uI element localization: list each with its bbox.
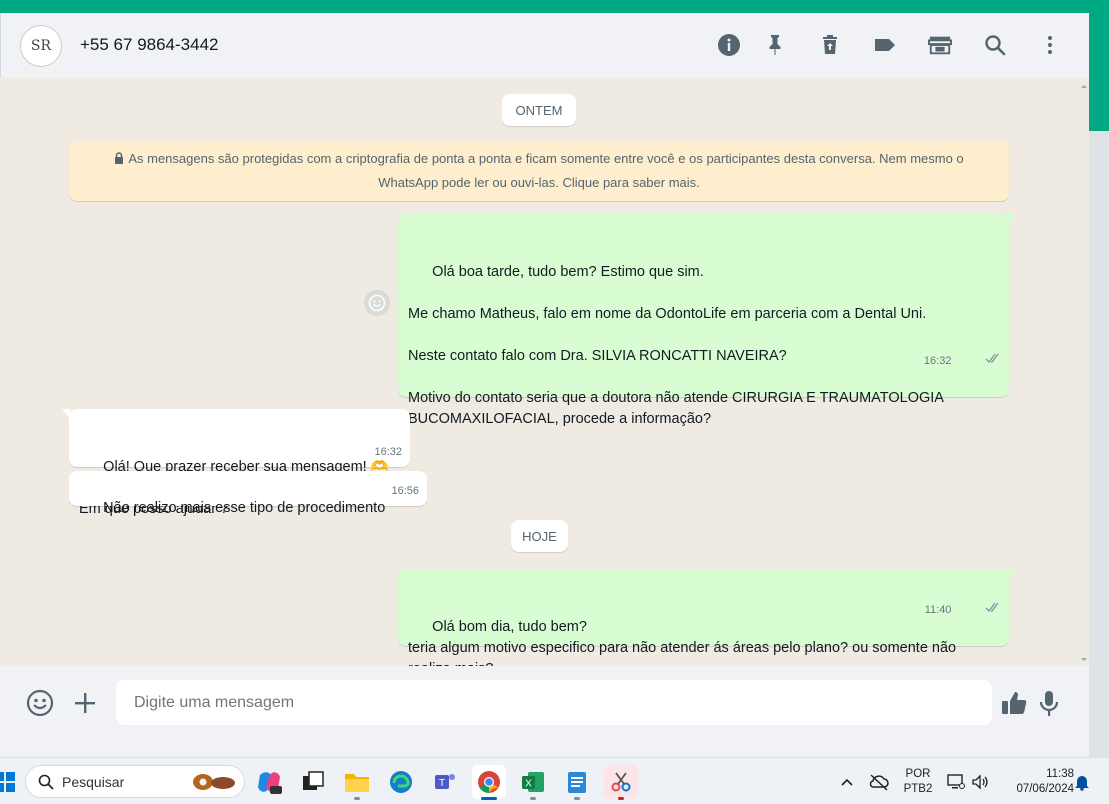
message-outgoing[interactable]: Olá bom dia, tudo bem? teria algum motiv… bbox=[398, 569, 1016, 666]
excel-icon[interactable]: X bbox=[516, 765, 550, 800]
teams-icon[interactable]: T bbox=[428, 765, 462, 799]
svg-text:T: T bbox=[439, 778, 445, 789]
date-divider-yesterday: ONTEM bbox=[502, 94, 576, 126]
lock-icon bbox=[114, 148, 124, 171]
message-meta: 16:32 bbox=[924, 330, 1001, 393]
notification-bell-icon[interactable] bbox=[1070, 765, 1094, 799]
thumbs-up-icon[interactable] bbox=[999, 688, 1029, 718]
active-indicator bbox=[481, 797, 497, 800]
window-top-accent bbox=[0, 0, 1109, 13]
search-icon bbox=[38, 774, 54, 790]
running-indicator bbox=[618, 797, 624, 800]
volume-icon[interactable] bbox=[968, 765, 992, 799]
file-explorer-icon[interactable] bbox=[340, 765, 374, 800]
encryption-notice-text: As mensagens são protegidas com a cripto… bbox=[128, 151, 964, 190]
whatsapp-window: SR +55 67 9864-3442 ONTEM As mensagens s… bbox=[0, 13, 1089, 757]
emoji-icon[interactable] bbox=[25, 688, 55, 718]
language-code: POR bbox=[905, 768, 931, 780]
edge-browser-icon[interactable] bbox=[384, 765, 418, 799]
running-indicator bbox=[530, 797, 536, 800]
notepad-icon[interactable] bbox=[560, 765, 594, 800]
svg-text:X: X bbox=[525, 779, 532, 790]
message-incoming[interactable]: Olá! Que prazer receber sua mensagem! 🫶🦷… bbox=[62, 409, 410, 517]
language-indicator[interactable]: POR PTB2 bbox=[898, 767, 938, 797]
attach-plus-icon[interactable] bbox=[70, 688, 100, 718]
windows-start-icon[interactable] bbox=[0, 765, 22, 799]
keyboard-layout: PTB2 bbox=[903, 783, 933, 795]
pin-icon[interactable] bbox=[763, 33, 787, 57]
search-placeholder: Pesquisar bbox=[62, 773, 125, 790]
chevron-up-icon[interactable] bbox=[832, 765, 862, 799]
double-check-icon bbox=[954, 579, 1001, 642]
message-text: Olá bom dia, tudo bem? teria algum motiv… bbox=[408, 619, 957, 666]
react-emoji-button[interactable] bbox=[364, 290, 390, 316]
clock-time: 11:38 bbox=[1046, 768, 1074, 780]
conversation-panel[interactable]: ONTEM As mensagens são protegidas com a … bbox=[0, 78, 1089, 666]
label-icon[interactable] bbox=[873, 33, 897, 57]
contact-name[interactable]: +55 67 9864-3442 bbox=[80, 35, 219, 55]
chrome-icon[interactable] bbox=[472, 765, 506, 800]
message-time: 16:32 bbox=[374, 446, 402, 458]
window-right-background bbox=[1089, 131, 1109, 757]
info-icon[interactable] bbox=[717, 33, 741, 57]
delete-icon[interactable] bbox=[818, 33, 842, 57]
taskbar-search[interactable]: Pesquisar bbox=[25, 765, 245, 798]
message-text: Olá boa tarde, tudo bem? Estimo que sim.… bbox=[408, 264, 944, 427]
window-right-accent bbox=[1089, 13, 1109, 131]
windows-taskbar: Pesquisar T X POR PTB2 11:38 07/06/2024 bbox=[0, 757, 1109, 804]
message-outgoing[interactable]: Olá boa tarde, tudo bem? Estimo que sim.… bbox=[398, 214, 1016, 427]
search-icon[interactable] bbox=[983, 33, 1007, 57]
running-indicator bbox=[354, 797, 360, 800]
running-indicator bbox=[574, 797, 580, 800]
encryption-notice[interactable]: As mensagens são protegidas com a cripto… bbox=[69, 141, 1009, 201]
message-time: 16:32 bbox=[923, 355, 952, 367]
bubble-tail bbox=[1008, 214, 1016, 224]
task-view-icon[interactable] bbox=[296, 765, 330, 799]
chat-header[interactable]: SR +55 67 9864-3442 bbox=[0, 13, 1089, 78]
message-time: 16:56 bbox=[391, 485, 419, 497]
message-time: 11:40 bbox=[924, 604, 952, 616]
search-highlight-icon bbox=[192, 772, 236, 792]
message-text: Não realizo mais esse tipo de procedimen… bbox=[103, 500, 386, 516]
double-check-icon bbox=[954, 330, 1001, 393]
message-composer bbox=[0, 666, 1089, 757]
message-input[interactable] bbox=[116, 680, 992, 725]
message-incoming[interactable]: Não realizo mais esse tipo de procedimen… bbox=[69, 471, 427, 516]
store-icon[interactable] bbox=[928, 33, 952, 57]
message-meta: 16:56 bbox=[391, 481, 419, 502]
message-meta: 16:32 bbox=[374, 442, 402, 463]
microphone-icon[interactable] bbox=[1034, 688, 1064, 718]
copilot-icon[interactable] bbox=[252, 765, 286, 799]
cloud-off-icon[interactable] bbox=[864, 765, 894, 799]
bubble-tail bbox=[1008, 569, 1016, 579]
clock[interactable]: 11:38 07/06/2024 bbox=[998, 767, 1074, 797]
bubble-tail bbox=[62, 409, 70, 419]
snipping-tool-icon[interactable] bbox=[604, 765, 638, 800]
chat-scrollbar[interactable] bbox=[1081, 84, 1087, 662]
date-divider-today: HOJE bbox=[511, 520, 568, 552]
message-meta: 11:40 bbox=[925, 579, 1001, 642]
clock-date: 07/06/2024 bbox=[1016, 783, 1074, 795]
display-icon[interactable] bbox=[942, 765, 970, 799]
menu-icon[interactable] bbox=[1038, 33, 1062, 57]
contact-avatar[interactable]: SR bbox=[20, 25, 62, 67]
